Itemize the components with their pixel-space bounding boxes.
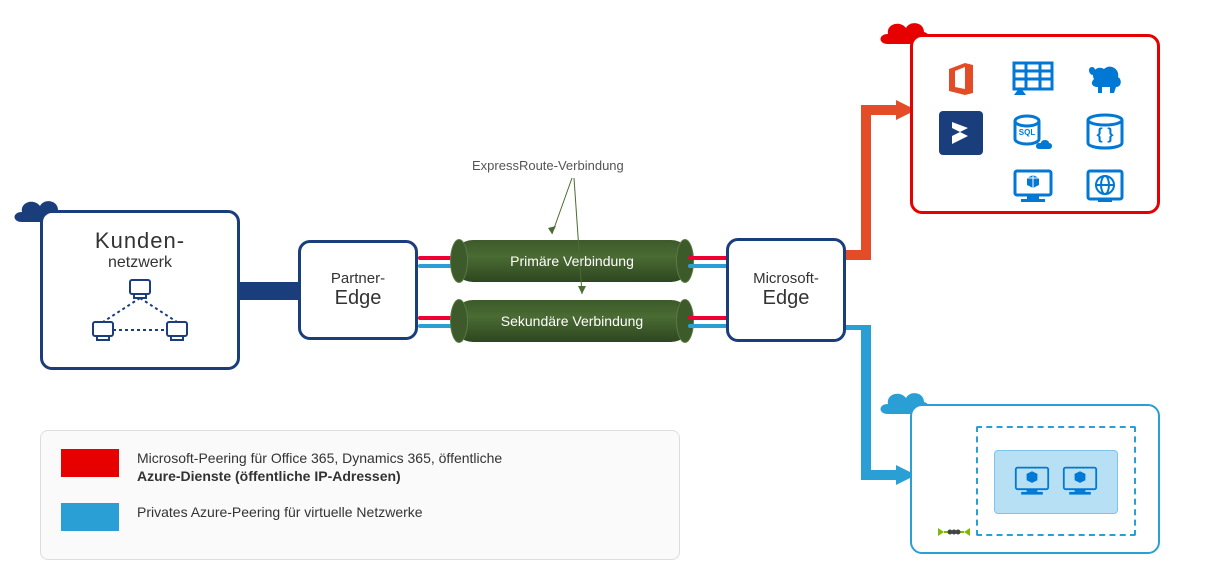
office365-icon <box>939 57 983 101</box>
svg-text:SQL: SQL <box>1019 128 1036 137</box>
vnet-box <box>910 404 1160 554</box>
legend-red-line1: Microsoft-Peering für Office 365, Dynami… <box>137 450 502 466</box>
legend-box: Microsoft-Peering für Office 365, Dynami… <box>40 430 680 560</box>
hdinsight-icon <box>1083 57 1127 101</box>
microsoft-edge-box: Microsoft- Edge <box>726 238 846 342</box>
public-services-box: SQL { } <box>910 34 1160 214</box>
wire-blue-bottom-right <box>688 324 728 328</box>
partner-edge-box: Partner- Edge <box>298 240 418 340</box>
wire-red-bottom-right <box>688 316 728 320</box>
vm-icon-1 <box>1012 464 1052 500</box>
secondary-pipe-label: Sekundäre Verbindung <box>501 313 643 329</box>
vm-monitor-icon <box>1011 165 1055 209</box>
partner-title: Partner- <box>331 270 385 287</box>
storage-table-icon <box>1011 57 1055 101</box>
webapp-icon: { } <box>1083 111 1127 155</box>
red-peering-arrow <box>846 100 916 260</box>
legend-swatch-blue <box>61 503 119 531</box>
customer-network-box: Kunden- netzwerk <box>40 210 240 370</box>
cdn-globe-icon <box>1083 165 1127 209</box>
wire-blue-top-right <box>688 264 728 268</box>
dynamics365-icon <box>939 111 983 155</box>
sql-database-icon: SQL <box>1011 111 1055 155</box>
note-arrows <box>452 168 692 308</box>
customer-title: Kunden- <box>95 228 185 254</box>
svg-text:{ }: { } <box>1097 126 1114 143</box>
connector-customer-partner <box>240 282 300 300</box>
load-balancer-icon <box>936 518 972 551</box>
vm-tile <box>994 450 1118 514</box>
legend-blue-text: Privates Azure-Peering für virtuelle Net… <box>137 504 423 520</box>
network-icon <box>85 278 195 353</box>
vm-icon-2 <box>1060 464 1100 500</box>
microsoft-title: Microsoft- <box>753 270 819 287</box>
legend-red-line2: Azure-Dienste (öffentliche IP-Adressen) <box>137 468 401 484</box>
partner-subtitle: Edge <box>335 287 382 310</box>
customer-subtitle: netzwerk <box>108 254 172 272</box>
microsoft-subtitle: Edge <box>763 287 810 310</box>
wire-red-top-right <box>688 256 728 260</box>
legend-swatch-red <box>61 449 119 477</box>
